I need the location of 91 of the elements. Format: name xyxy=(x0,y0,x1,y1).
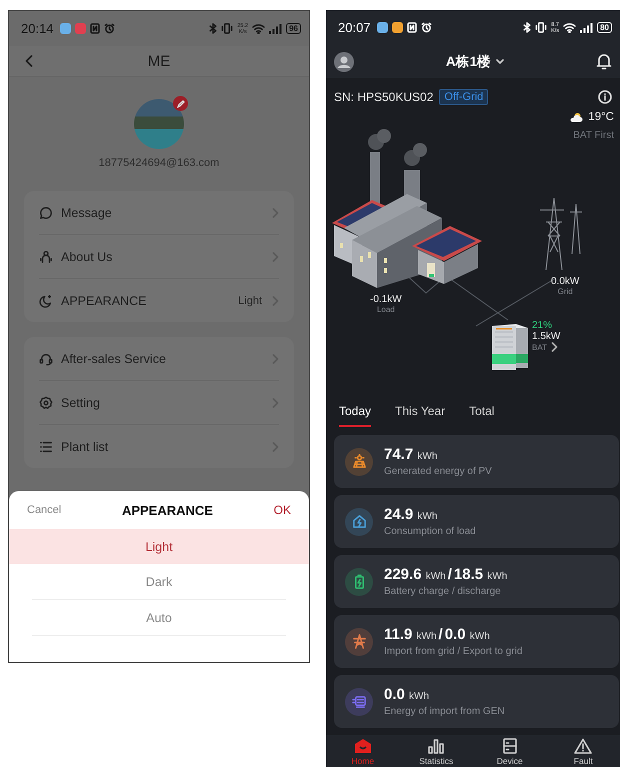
appearance-option[interactable]: Light xyxy=(9,529,309,564)
chevron-right-icon xyxy=(272,398,279,408)
wifi-icon xyxy=(252,23,266,34)
plant-name[interactable]: A栋1楼 xyxy=(446,52,492,70)
headset-icon xyxy=(39,352,53,366)
status-time: 20:07 xyxy=(338,20,371,35)
energy-label: Generated energy of PV xyxy=(384,466,492,477)
nav-tab[interactable]: Statistics xyxy=(400,735,473,767)
period-tab[interactable]: Total xyxy=(469,401,494,427)
menu-item[interactable]: After-sales Service xyxy=(39,337,279,381)
appearance-option[interactable]: Auto xyxy=(32,600,286,636)
power-reading: 1.5kW xyxy=(532,331,560,342)
node-label: Load xyxy=(376,305,395,314)
bell-icon[interactable] xyxy=(596,53,612,70)
appearance-option[interactable]: Dark xyxy=(32,564,286,600)
nav-tab[interactable]: Fault xyxy=(546,735,620,767)
battery-percentage: 21% xyxy=(532,320,552,331)
menu-item[interactable]: Setting xyxy=(39,381,279,425)
caret-down-icon xyxy=(496,59,504,64)
power-reading: -0.1kW xyxy=(370,294,402,305)
chevron-right-icon xyxy=(272,208,279,218)
chevron-right-icon xyxy=(272,252,279,262)
signal-icon xyxy=(269,24,282,34)
energy-value: 0.0 kWh xyxy=(384,686,430,703)
period-tab[interactable]: This Year xyxy=(395,401,446,427)
temperature: 19°C xyxy=(588,111,614,123)
alarm-icon xyxy=(104,23,115,34)
moon-icon xyxy=(39,294,53,308)
cloudy-sun-icon xyxy=(569,112,584,122)
app-icon xyxy=(392,22,403,33)
period-tab[interactable]: Today xyxy=(339,401,372,427)
energy-card[interactable]: 74.7 kWh Generated energy of PV xyxy=(334,435,619,488)
chevron-right-icon xyxy=(272,354,279,364)
nav-tab[interactable]: Device xyxy=(473,735,546,767)
account-email: 18775424694@163.com xyxy=(98,157,220,169)
nfc-icon xyxy=(406,22,417,33)
energy-card[interactable]: 11.9 kWh/0.0 kWh Import from grid / Export to grid xyxy=(334,615,619,668)
power-reading: 0.0kW xyxy=(551,276,580,287)
people-icon xyxy=(39,250,53,264)
node-label: Grid xyxy=(558,287,573,296)
vibrate-icon xyxy=(221,23,234,34)
cancel-button[interactable]: Cancel xyxy=(27,504,62,516)
energy-card[interactable]: 229.6 kWh/18.5 kWh Battery charge / discharge xyxy=(334,555,619,608)
energy-card[interactable]: 24.9 kWh Consumption of load xyxy=(334,495,619,548)
battery-indicator: 96 xyxy=(286,23,301,34)
app-icon xyxy=(60,23,71,34)
edit-badge-icon[interactable] xyxy=(173,96,188,111)
node-label[interactable]: BAT xyxy=(532,342,547,352)
chevron-right-icon xyxy=(272,442,279,452)
alarm-icon xyxy=(420,22,432,33)
energy-value: 11.9 kWh/0.0 kWh xyxy=(384,626,491,643)
gear-icon xyxy=(39,396,53,410)
device-icon xyxy=(500,738,519,754)
wifi-icon xyxy=(563,22,576,33)
signal-icon xyxy=(580,22,594,32)
chevron-right-icon xyxy=(272,296,279,306)
app-icon xyxy=(74,23,86,34)
energy-label: Battery charge / discharge xyxy=(384,586,502,597)
serial-number: SN: HPS50KUS02 xyxy=(334,90,434,104)
chat-bubble-icon xyxy=(39,206,53,220)
app-icon xyxy=(376,22,388,33)
ok-button[interactable]: OK xyxy=(274,503,291,517)
energy-value: 229.6 kWh/18.5 kWh xyxy=(384,566,508,583)
page-title: ME xyxy=(146,52,172,70)
energy-label: Consumption of load xyxy=(384,526,476,537)
info-icon[interactable] xyxy=(598,90,612,104)
sheet-title: APPEARANCE xyxy=(122,502,213,518)
grid-mode-badge: Off-Grid xyxy=(439,89,488,105)
menu-item[interactable]: About Us xyxy=(39,235,279,279)
work-mode: BAT First xyxy=(573,130,614,141)
warning-icon xyxy=(574,738,592,754)
chevron-right-icon xyxy=(550,342,558,352)
battery-indicator: 80 xyxy=(597,22,612,33)
menu-item[interactable]: APPEARANCE Light xyxy=(39,279,279,322)
bluetooth-icon xyxy=(523,22,532,33)
list-icon xyxy=(39,440,53,454)
status-time: 20:14 xyxy=(21,21,54,36)
energy-card[interactable]: 0.0 kWh Energy of import from GEN xyxy=(334,675,619,728)
energy-value: 24.9 kWh xyxy=(384,506,438,523)
home-icon xyxy=(354,738,372,754)
energy-label: Energy of import from GEN xyxy=(384,706,505,717)
energy-value: 74.7 kWh xyxy=(384,446,438,463)
bar-chart-icon xyxy=(427,738,446,754)
menu-item[interactable]: Message xyxy=(39,191,279,235)
bluetooth-icon xyxy=(209,23,218,34)
user-avatar-icon[interactable] xyxy=(334,52,354,72)
menu-item[interactable]: Plant list xyxy=(39,425,279,468)
vibrate-icon xyxy=(535,22,548,33)
menu-value: Light xyxy=(238,294,262,306)
nfc-icon xyxy=(90,23,100,34)
energy-label: Import from grid / Export to grid xyxy=(384,646,522,657)
